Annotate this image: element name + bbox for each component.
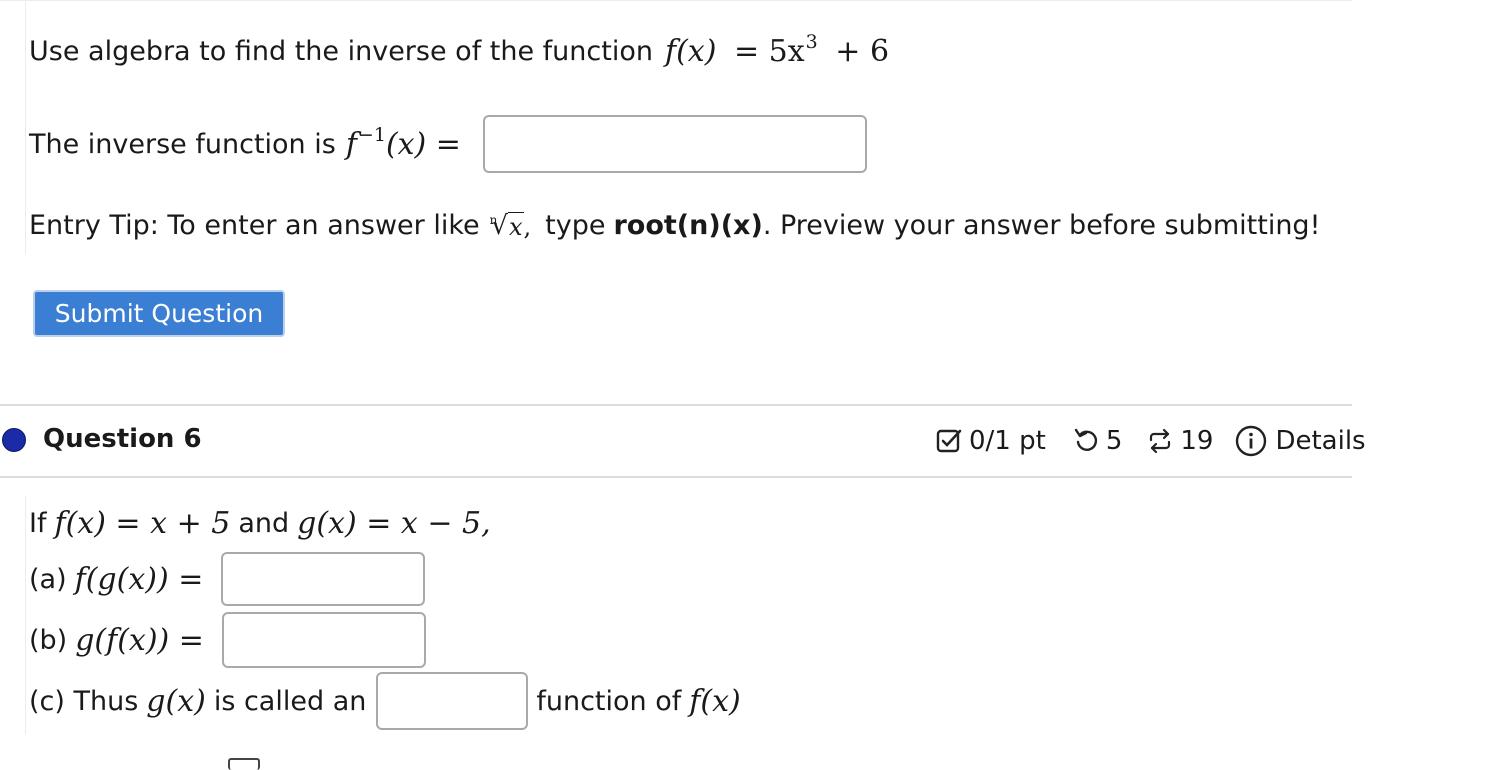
- q6-answer-a-input[interactable]: [221, 552, 426, 606]
- q5-answer-input[interactable]: [482, 115, 867, 173]
- question-6-body: If f(x) = x + 5 and g(x) = x − 5, (a) f(…: [25, 496, 1356, 734]
- q6-answer-b-input[interactable]: [221, 612, 426, 668]
- score-display: 0/1 pt: [935, 426, 1046, 456]
- q5-inverse-notation: f−1(x) =: [345, 123, 461, 162]
- q6-header-bottom-divider: [0, 476, 1352, 478]
- q5-prompt: Use algebra to find the inverse of the f…: [29, 31, 890, 69]
- details-link[interactable]: Details: [1235, 425, 1366, 457]
- q6-answer-c-input[interactable]: [376, 672, 529, 730]
- info-icon: [1236, 425, 1267, 457]
- question-status-dot: [2, 428, 26, 452]
- q5-inverse-line: The inverse function is f−1(x) =: [29, 115, 867, 173]
- q6-part-a: (a) f(g(x)) =: [29, 552, 426, 606]
- q6-part-c: (c) Thus g(x) is called an function of f…: [29, 672, 741, 730]
- submit-question-button[interactable]: Submit Question: [33, 290, 285, 337]
- q6-header-top-divider: [0, 404, 1352, 406]
- retries-display: 5: [1072, 426, 1122, 456]
- question-title: Question 6: [43, 424, 202, 454]
- partial-control-below[interactable]: [228, 758, 260, 770]
- nth-root-example: n √ x,: [489, 210, 532, 241]
- retry-icon: [1074, 428, 1097, 451]
- repeat-icon: [1150, 428, 1171, 454]
- checkbox-icon: [936, 429, 962, 453]
- q5-function: f(x) = 5x3 + 6: [664, 31, 890, 69]
- q6-intro: If f(x) = x + 5 and g(x) = x − 5,: [29, 506, 491, 541]
- q5-entry-tip: Entry Tip: To enter an answer like n √ x,…: [29, 210, 1321, 241]
- question-5-body: Use algebra to find the inverse of the f…: [25, 0, 1356, 255]
- question-meta: 0/1 pt 5 19 Details: [935, 425, 1366, 457]
- attempts-display: 19: [1146, 426, 1213, 456]
- q6-part-b: (b) g(f(x)) =: [29, 612, 426, 668]
